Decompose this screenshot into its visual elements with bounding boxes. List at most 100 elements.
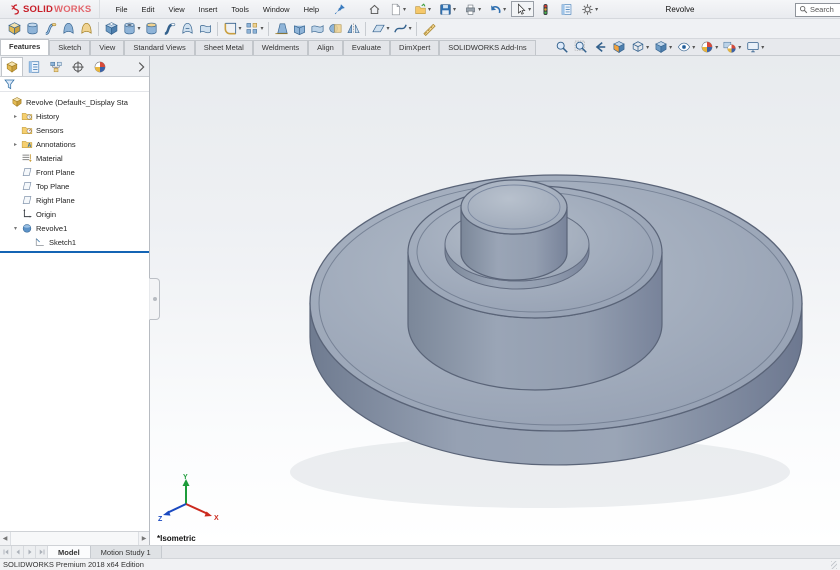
tree-item-annotations[interactable]: ▸AAnnotations [0, 137, 149, 151]
scrollbar-track[interactable] [11, 532, 138, 545]
scroll-left-arrow-icon[interactable]: ◀ [0, 532, 11, 545]
tree-filter-row[interactable] [0, 77, 149, 92]
new-document-button[interactable]: ▾ [386, 1, 409, 17]
dropdown-caret-icon[interactable]: ▾ [453, 6, 456, 13]
boundary-boss-button[interactable] [77, 20, 95, 38]
curves-button[interactable]: ▾ [391, 20, 413, 38]
rollback-bar[interactable] [0, 251, 149, 253]
tree-root-item[interactable]: Revolve (Default<_Display Sta [0, 95, 149, 109]
view-orientation-button[interactable]: ▾ [630, 38, 651, 56]
tree-item-sensors[interactable]: Sensors [0, 123, 149, 137]
previous-view-button[interactable] [592, 38, 609, 56]
ribbon-tab-sheet-metal[interactable]: Sheet Metal [195, 40, 253, 55]
panel-expand-tab[interactable] [134, 57, 148, 76]
mirror-button[interactable] [344, 20, 362, 38]
displaymanager-tab[interactable] [89, 57, 111, 76]
tree-item-revolve1[interactable]: ▾Revolve1 [0, 221, 149, 235]
graphics-viewport[interactable]: Y X Z *Isometric [150, 56, 840, 545]
propertymanager-tab[interactable] [23, 57, 45, 76]
dimxpertmanager-tab[interactable] [67, 57, 89, 76]
swept-boss-button[interactable] [41, 20, 59, 38]
search-box[interactable]: Search [795, 3, 840, 17]
dropdown-caret-icon[interactable]: ▾ [595, 6, 598, 13]
edit-appearance-button[interactable]: ▾ [699, 38, 720, 56]
dropdown-caret-icon[interactable]: ▾ [761, 44, 764, 51]
extruded-boss-button[interactable] [5, 20, 23, 38]
scroll-right-arrow-icon[interactable]: ▶ [138, 532, 149, 545]
dropdown-caret-icon[interactable]: ▾ [692, 44, 695, 51]
dropdown-caret-icon[interactable]: ▾ [646, 44, 649, 51]
hide-show-items-button[interactable]: ▾ [676, 38, 697, 56]
tree-item-top-plane[interactable]: Top Plane [0, 179, 149, 193]
options-gear-button[interactable]: ▾ [578, 1, 601, 17]
ribbon-tab-view[interactable]: View [90, 40, 124, 55]
bottom-tab-model[interactable]: Model [48, 546, 91, 558]
tree-item-right-plane[interactable]: Right Plane [0, 193, 149, 207]
model-revolve-part[interactable] [150, 56, 840, 545]
dropdown-caret-icon[interactable]: ▾ [409, 25, 412, 32]
menu-edit[interactable]: Edit [135, 5, 162, 14]
ribbon-tab-align[interactable]: Align [308, 40, 343, 55]
tree-item-material-not-specified-[interactable]: Material [0, 151, 149, 165]
nav-last-button[interactable] [36, 546, 48, 558]
tree-expander-icon[interactable]: ▸ [10, 141, 21, 148]
dropdown-caret-icon[interactable]: ▾ [403, 6, 406, 13]
tree-item-sketch1[interactable]: Sketch1 [0, 235, 149, 249]
display-style-button[interactable]: ▾ [653, 38, 674, 56]
revolved-boss-button[interactable] [23, 20, 41, 38]
ribbon-tab-weldments[interactable]: Weldments [253, 40, 308, 55]
traffic-light-button[interactable] [536, 1, 555, 17]
shell-button[interactable] [290, 20, 308, 38]
tree-expander-icon[interactable]: ▸ [10, 113, 21, 120]
dropdown-caret-icon[interactable]: ▾ [503, 6, 506, 13]
task-list-button[interactable] [557, 1, 576, 17]
dropdown-caret-icon[interactable]: ▾ [478, 6, 481, 13]
home-button[interactable] [365, 1, 384, 17]
dropdown-caret-icon[interactable]: ▾ [261, 25, 264, 32]
bottom-tab-motion-study-1[interactable]: Motion Study 1 [91, 546, 162, 558]
featuremanager-tab[interactable] [1, 57, 23, 76]
menu-view[interactable]: View [161, 5, 191, 14]
select-cursor-button[interactable]: ▾ [511, 1, 534, 17]
dropdown-caret-icon[interactable]: ▾ [428, 6, 431, 13]
dropdown-caret-icon[interactable]: ▾ [239, 25, 242, 32]
section-view-button[interactable] [611, 38, 628, 56]
zoom-to-fit-button[interactable] [554, 38, 571, 56]
panel-horizontal-scrollbar[interactable]: ◀ ▶ [0, 531, 149, 545]
ribbon-tab-solidworks-add-ins[interactable]: SOLIDWORKS Add-Ins [439, 40, 535, 55]
tree-expander-icon[interactable]: ▾ [10, 225, 21, 232]
configurationmanager-tab[interactable] [45, 57, 67, 76]
ribbon-tab-standard-views[interactable]: Standard Views [124, 40, 194, 55]
menu-insert[interactable]: Insert [192, 5, 225, 14]
dropdown-caret-icon[interactable]: ▾ [738, 44, 741, 51]
ribbon-tab-sketch[interactable]: Sketch [49, 40, 90, 55]
ribbon-tab-features[interactable]: Features [0, 39, 49, 55]
menu-tools[interactable]: Tools [224, 5, 256, 14]
lofted-boss-button[interactable] [59, 20, 77, 38]
nav-prev-button[interactable] [12, 546, 24, 558]
resize-grip[interactable] [831, 561, 837, 569]
instant3d-button[interactable] [420, 20, 438, 38]
undo-button[interactable]: ▾ [486, 1, 509, 17]
extruded-cut-button[interactable] [102, 20, 120, 38]
linear-pattern-button[interactable]: ▾ [243, 20, 265, 38]
intersect-button[interactable] [326, 20, 344, 38]
menu-file[interactable]: File [108, 5, 134, 14]
hole-wizard-button[interactable]: ▾ [120, 20, 142, 38]
dropdown-caret-icon[interactable]: ▾ [528, 6, 531, 13]
swept-cut-button[interactable] [160, 20, 178, 38]
tree-item-history[interactable]: ▸History [0, 109, 149, 123]
apply-scene-button[interactable]: ▾ [722, 38, 743, 56]
dropdown-caret-icon[interactable]: ▾ [669, 44, 672, 51]
ribbon-tab-dimxpert[interactable]: DimXpert [390, 40, 439, 55]
menu-help[interactable]: Help [297, 5, 326, 14]
lofted-cut-button[interactable] [178, 20, 196, 38]
tree-item-front-plane[interactable]: Front Plane [0, 165, 149, 179]
nav-first-button[interactable] [0, 546, 12, 558]
print-button[interactable]: ▾ [461, 1, 484, 17]
open-button[interactable]: ▾ [411, 1, 434, 17]
dropdown-caret-icon[interactable]: ▾ [387, 25, 390, 32]
reference-geometry-button[interactable]: ▾ [369, 20, 391, 38]
menu-window[interactable]: Window [256, 5, 297, 14]
ribbon-tab-evaluate[interactable]: Evaluate [343, 40, 390, 55]
